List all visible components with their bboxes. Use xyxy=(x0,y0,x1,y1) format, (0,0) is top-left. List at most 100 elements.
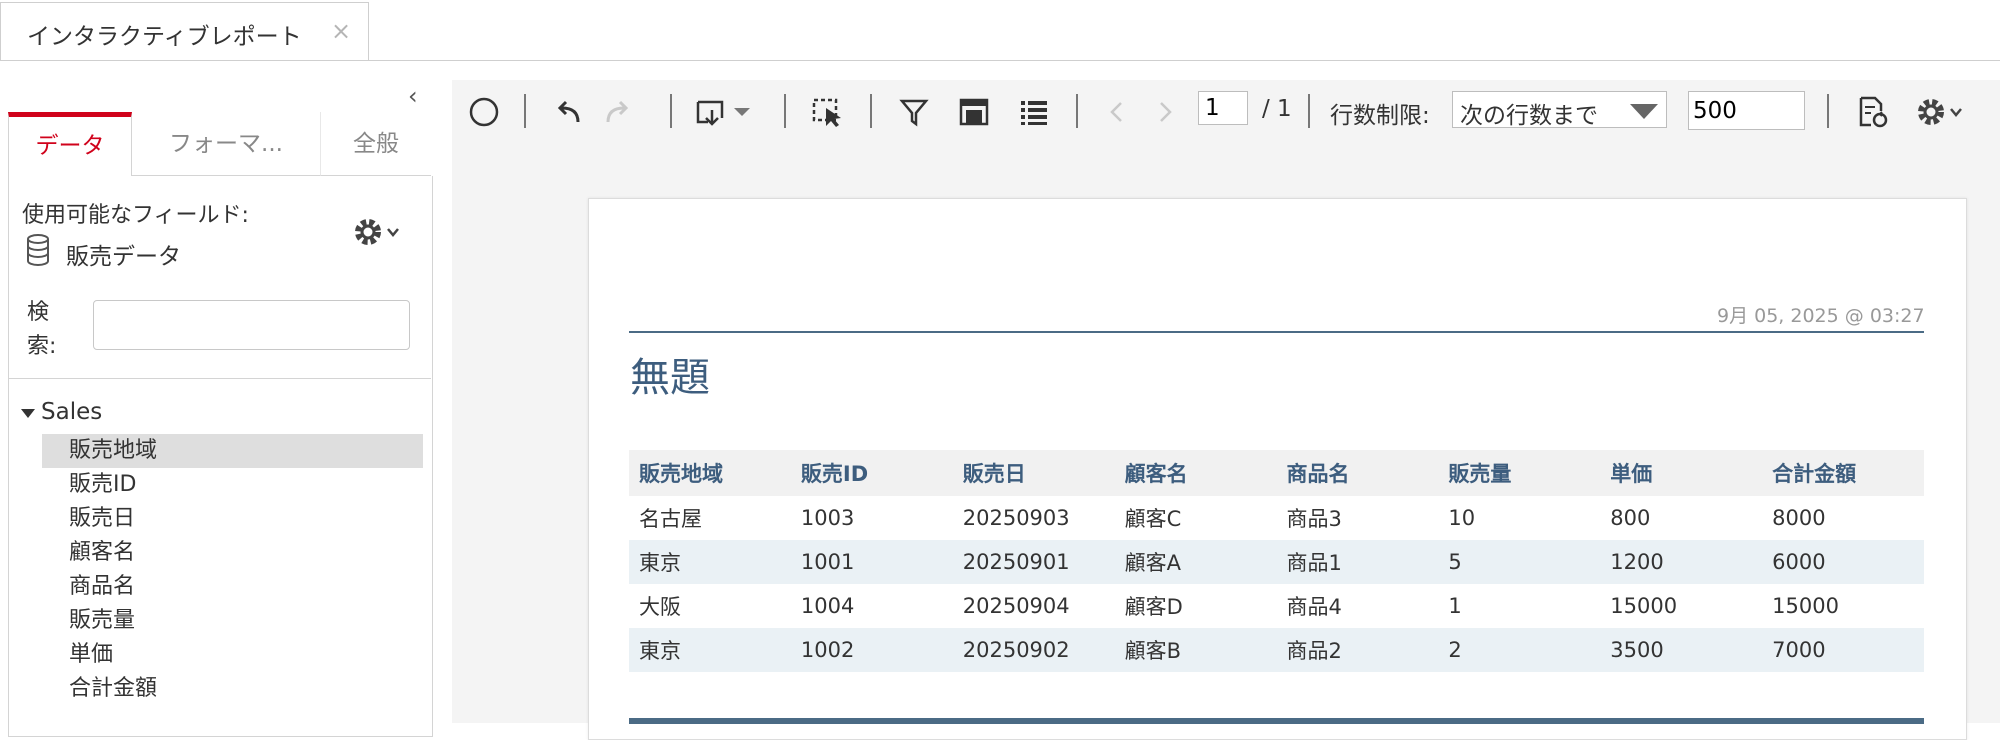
fields-settings-icon[interactable] xyxy=(352,214,402,254)
table-cell[interactable]: 東京 xyxy=(629,628,791,672)
table-cell[interactable]: 3500 xyxy=(1600,628,1763,672)
field-item[interactable]: 販売量 xyxy=(42,604,423,638)
table-cell[interactable]: 東京 xyxy=(629,540,791,584)
caret-down-icon[interactable] xyxy=(21,409,35,418)
insert-dropdown-icon[interactable] xyxy=(692,80,762,143)
table-cell[interactable]: 7000 xyxy=(1762,628,1924,672)
table-cell[interactable]: 大阪 xyxy=(629,584,791,628)
list-icon[interactable] xyxy=(1014,80,1054,143)
column-header[interactable]: 販売日 xyxy=(952,450,1115,496)
column-header[interactable]: 販売ID xyxy=(790,450,953,496)
table-cell[interactable]: 1002 xyxy=(790,628,953,672)
column-header[interactable]: 商品名 xyxy=(1276,450,1439,496)
table-cell[interactable]: 8000 xyxy=(1762,496,1924,540)
table-cell[interactable]: 商品3 xyxy=(1277,496,1439,540)
prev-page-icon[interactable] xyxy=(1100,80,1134,143)
table-row: 名古屋 1003 20250903 顧客C 商品3 10 800 8000 xyxy=(629,496,1924,540)
table-cell[interactable]: 15000 xyxy=(1600,584,1762,628)
row-limit-select[interactable]: 次の行数まで xyxy=(1452,91,1667,129)
table-cell[interactable]: 1200 xyxy=(1600,540,1763,584)
filter-icon[interactable] xyxy=(894,80,934,143)
page-number-input[interactable] xyxy=(1198,91,1248,125)
field-tree: 販売地域 販売ID 販売日 顧客名 商品名 販売量 単価 合計金額 xyxy=(42,434,423,706)
field-item[interactable]: 合計金額 xyxy=(42,672,423,706)
settings-icon[interactable] xyxy=(1912,80,1968,143)
column-header[interactable]: 単価 xyxy=(1600,450,1763,496)
redo-icon[interactable] xyxy=(598,80,638,143)
table-cell[interactable]: 1004 xyxy=(791,584,953,628)
toolbar-separator xyxy=(784,94,786,128)
field-item[interactable]: 販売地域 xyxy=(42,434,423,468)
next-page-icon[interactable] xyxy=(1148,80,1182,143)
available-fields-label: 使用可能なフィールド: xyxy=(22,203,249,228)
dropdown-arrow-icon xyxy=(1630,104,1658,119)
table-cell[interactable]: 800 xyxy=(1600,496,1762,540)
header-rule xyxy=(629,331,1924,333)
footer-rule xyxy=(629,718,1924,724)
tab-general[interactable]: 全般 xyxy=(320,112,431,176)
column-header[interactable]: 販売量 xyxy=(1438,450,1601,496)
table-cell[interactable]: 1003 xyxy=(791,496,953,540)
tab-data[interactable]: データ xyxy=(8,112,132,176)
tree-root-sales[interactable]: Sales xyxy=(41,399,102,425)
table-layout-icon[interactable] xyxy=(954,80,994,143)
panel-divider xyxy=(9,378,431,379)
field-item[interactable]: 販売日 xyxy=(42,502,423,536)
document-tab-label: インタラクティブレポート xyxy=(27,24,302,50)
toolbar-separator xyxy=(1827,94,1829,128)
table-row: 大阪 1004 20250904 顧客D 商品4 1 15000 15000 xyxy=(629,584,1924,628)
table-cell[interactable]: 5 xyxy=(1438,540,1601,584)
report-table[interactable]: 販売地域 販売ID 販売日 顧客名 商品名 販売量 単価 合計金額 名古屋 10… xyxy=(629,450,1924,672)
table-cell[interactable]: 15000 xyxy=(1762,584,1924,628)
toolbar-separator xyxy=(1076,94,1078,128)
table-cell[interactable]: 商品2 xyxy=(1276,628,1439,672)
table-cell[interactable]: 商品1 xyxy=(1276,540,1439,584)
field-item[interactable]: 単価 xyxy=(42,638,423,672)
table-cell[interactable]: 20250904 xyxy=(953,584,1115,628)
tab-format[interactable]: フォーマ... xyxy=(132,112,320,176)
table-cell[interactable]: 顧客B xyxy=(1114,628,1277,672)
toolbar-separator xyxy=(670,94,672,128)
table-cell[interactable]: 1001 xyxy=(790,540,953,584)
table-cell[interactable]: 6000 xyxy=(1762,540,1924,584)
undo-icon[interactable] xyxy=(548,80,588,143)
search-label: 検索: xyxy=(27,300,57,359)
table-cell[interactable]: 20250903 xyxy=(953,496,1115,540)
toolbar-separator xyxy=(1308,94,1310,128)
table-cell[interactable]: 顧客C xyxy=(1115,496,1277,540)
table-cell[interactable]: 名古屋 xyxy=(629,496,791,540)
report-title[interactable]: 無題 xyxy=(630,345,710,403)
column-header[interactable]: 顧客名 xyxy=(1114,450,1277,496)
select-icon[interactable] xyxy=(808,80,848,143)
table-row: 東京 1001 20250901 顧客A 商品1 5 1200 6000 xyxy=(629,540,1924,584)
close-tab-icon[interactable]: × xyxy=(331,17,351,45)
toolbar-separator xyxy=(870,94,872,128)
row-limit-selected-value: 次の行数まで xyxy=(1460,103,1598,129)
page-total-label: / 1 xyxy=(1262,96,1292,122)
table-row: 東京 1002 20250902 顧客B 商品2 2 3500 7000 xyxy=(629,628,1924,672)
field-search-input[interactable] xyxy=(93,300,410,350)
table-cell[interactable]: 10 xyxy=(1438,496,1600,540)
report-timestamp: 9月 05, 2025 @ 03:27 xyxy=(1717,305,1925,327)
table-cell[interactable]: 20250901 xyxy=(952,540,1115,584)
field-item[interactable]: 商品名 xyxy=(42,570,423,604)
collapse-panel-icon[interactable]: ‹ xyxy=(408,82,418,110)
data-source-label[interactable]: 販売データ xyxy=(66,237,181,271)
field-item[interactable]: 販売ID xyxy=(42,468,423,502)
row-limit-label: 行数制限: xyxy=(1330,103,1430,129)
table-header-row: 販売地域 販売ID 販売日 顧客名 商品名 販売量 単価 合計金額 xyxy=(629,450,1924,496)
table-cell[interactable]: 1 xyxy=(1438,584,1600,628)
column-header[interactable]: 販売地域 xyxy=(629,450,791,496)
export-icon[interactable] xyxy=(1852,80,1892,143)
field-item[interactable]: 顧客名 xyxy=(42,536,423,570)
table-cell[interactable]: 顧客A xyxy=(1114,540,1277,584)
circle-icon[interactable] xyxy=(464,80,504,143)
toolbar-separator xyxy=(524,94,526,128)
row-count-input[interactable] xyxy=(1688,91,1805,130)
column-header[interactable]: 合計金額 xyxy=(1762,450,1924,496)
table-cell[interactable]: 商品4 xyxy=(1277,584,1439,628)
table-cell[interactable]: 2 xyxy=(1438,628,1601,672)
table-cell[interactable]: 20250902 xyxy=(952,628,1115,672)
table-cell[interactable]: 顧客D xyxy=(1115,584,1277,628)
document-tab[interactable]: インタラクティブレポート × xyxy=(0,2,369,60)
